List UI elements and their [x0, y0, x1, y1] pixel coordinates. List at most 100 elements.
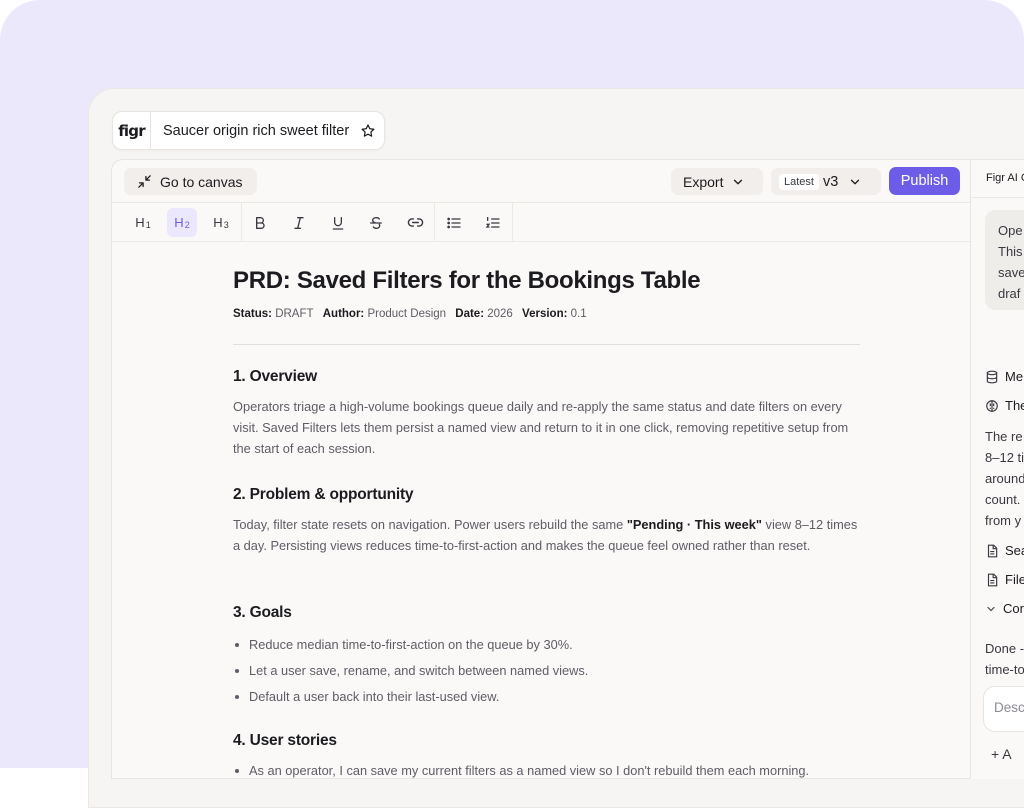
paragraph-text: Today, filter state resets on navigation…	[233, 517, 627, 532]
strikethrough-button[interactable]	[361, 208, 391, 237]
section-heading: 2. Problem & opportunity	[233, 486, 414, 503]
numbered-list-button[interactable]	[478, 208, 508, 237]
section-heading: 3. Goals	[233, 604, 292, 621]
goals-list: Reduce median time-to-first-action on th…	[233, 636, 588, 714]
bold-button[interactable]	[245, 208, 275, 237]
message-line: save	[998, 265, 1024, 280]
heading-2-label: H	[174, 215, 184, 230]
status-key: Status:	[233, 308, 272, 320]
message-line: This	[998, 244, 1023, 259]
add-attachment-button[interactable]: + A	[991, 746, 1012, 762]
done-line: Done -	[985, 641, 1024, 656]
section-heading: 4. User stories	[233, 732, 337, 749]
list-item: Reduce median time-to-first-action on th…	[233, 636, 588, 662]
file-label: File	[1005, 572, 1024, 587]
ai-reply-text: The re 8–12 ti around count. from y	[985, 426, 1024, 531]
document-icon	[987, 544, 998, 557]
export-button[interactable]: Export	[671, 168, 763, 195]
row-label: The	[1005, 398, 1024, 413]
bullet-list-button[interactable]	[439, 208, 469, 237]
memory-row[interactable]: Me	[985, 369, 1023, 384]
done-line: time-to	[985, 662, 1024, 677]
figr-logo[interactable]: figr	[113, 112, 151, 149]
collapse-toggle[interactable]: Cor	[985, 601, 1024, 616]
ai-prompt-input[interactable]: Desc	[983, 686, 1024, 732]
version-latest-tag: Latest	[779, 173, 819, 190]
document-icon	[987, 573, 998, 586]
list-item: Default a user back into their last-used…	[233, 688, 588, 714]
heading-1-label: H	[135, 215, 145, 230]
collapse-arrows-icon	[138, 175, 151, 188]
list-item: Let a user save, rename, and switch betw…	[233, 662, 588, 688]
reply-line: from y	[985, 513, 1022, 528]
toolbar-divider	[434, 203, 435, 242]
chevron-down-icon	[987, 606, 995, 611]
go-to-canvas-button[interactable]: Go to canvas	[124, 168, 257, 195]
section-paragraph: Operators triage a high-volume bookings …	[233, 399, 849, 456]
reply-line: 8–12 ti	[985, 450, 1024, 465]
file-row[interactable]: Sea	[985, 543, 1024, 558]
message-line: draf	[998, 286, 1021, 301]
list-item: As an operator, I can save my current fi…	[233, 762, 809, 788]
user-message-bubble: Ope This save draf	[985, 210, 1024, 310]
status-value: DRAFT	[275, 308, 314, 320]
export-label: Export	[683, 173, 724, 190]
heading-2-button[interactable]: H2	[167, 208, 197, 237]
reply-line: The re	[985, 429, 1023, 444]
chevron-down-icon	[734, 179, 743, 184]
underline-button[interactable]	[323, 208, 353, 237]
prd-editor: Go to canvas Export Latest v3 Publish H1…	[111, 159, 971, 779]
heading-1-sub: 1	[145, 219, 151, 230]
document-title-bar: figr Saucer origin rich sweet filter	[112, 111, 385, 150]
heading-3-button[interactable]: H3	[206, 208, 236, 237]
brain-icon	[986, 399, 998, 412]
link-button[interactable]	[400, 208, 430, 237]
bullet-list-icon	[447, 217, 461, 228]
version-value-meta: 0.1	[570, 308, 587, 320]
collapse-label: Cor	[1003, 601, 1024, 616]
date-value: 2026	[487, 308, 513, 320]
toolbar-divider	[512, 203, 513, 242]
user-stories-list: As an operator, I can save my current fi…	[233, 762, 809, 788]
heading-1-button[interactable]: H1	[128, 208, 158, 237]
format-toolbar: H1 H2 H3	[112, 203, 970, 242]
version-select[interactable]: Latest v3	[771, 168, 881, 195]
toolbar-divider	[241, 203, 242, 242]
heading-3-label: H	[213, 215, 223, 230]
database-icon	[986, 370, 998, 383]
star-icon[interactable]	[360, 123, 376, 139]
date-key: Date:	[455, 308, 485, 320]
document-meta: Status: DRAFT Author: Product Design Dat…	[233, 308, 587, 320]
go-to-canvas-label: Go to canvas	[160, 173, 243, 190]
paragraph-bold-text: "Pending · This week"	[626, 517, 762, 532]
link-icon	[407, 218, 423, 227]
ai-chat-panel: Figr AI C Ope This save draf Me The The …	[971, 159, 1024, 779]
thinking-row[interactable]: The	[985, 398, 1024, 413]
publish-button[interactable]: Publish	[889, 167, 960, 195]
bold-icon	[256, 216, 265, 229]
heading-3-sub: 3	[223, 219, 229, 230]
version-key: Version:	[522, 308, 568, 320]
document-title[interactable]: Saucer origin rich sweet filter	[163, 123, 349, 139]
message-line: Ope	[998, 223, 1023, 238]
row-label: Me	[1005, 369, 1024, 384]
italic-button[interactable]	[284, 208, 314, 237]
section-heading: 1. Overview	[233, 368, 317, 385]
italic-icon	[294, 216, 304, 229]
author-value: Product Design	[367, 308, 447, 320]
strikethrough-icon	[370, 216, 382, 229]
underline-icon	[332, 216, 344, 230]
heading-2-sub: 2	[184, 219, 190, 230]
version-value: v3	[822, 173, 839, 190]
reply-line: count.	[985, 492, 1021, 507]
divider	[971, 197, 1024, 198]
author-key: Author:	[322, 308, 365, 320]
document-heading[interactable]: PRD: Saved Filters for the Bookings Tabl…	[233, 267, 701, 295]
divider	[233, 344, 860, 345]
file-label: Sea	[1005, 543, 1024, 558]
section-paragraph: Today, filter state resets on navigation…	[233, 514, 860, 556]
reply-line: around	[985, 471, 1024, 486]
ai-panel-header: Figr AI C	[986, 172, 1024, 184]
chevron-down-icon	[851, 179, 860, 184]
file-row[interactable]: File	[985, 572, 1024, 587]
